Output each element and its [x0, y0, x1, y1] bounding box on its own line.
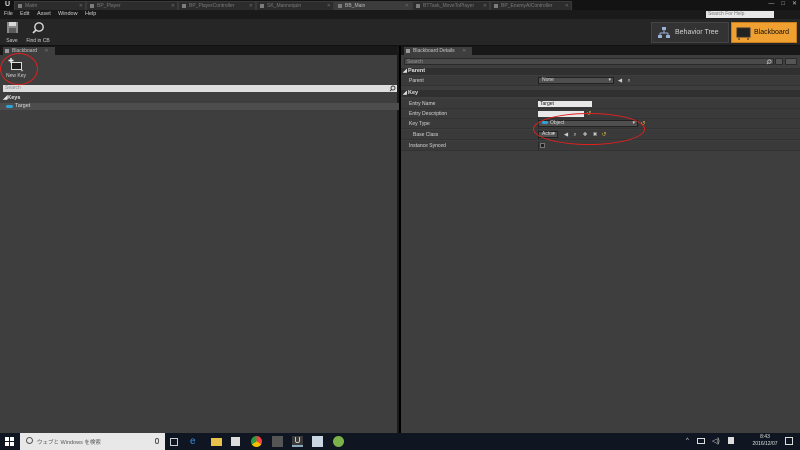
menu-file[interactable]: File — [4, 11, 13, 18]
chevron-down-icon: ▾ — [608, 77, 611, 83]
network-icon[interactable] — [697, 438, 705, 444]
eye-icon[interactable] — [785, 58, 797, 65]
blueprint-icon — [494, 4, 498, 8]
annotation-circle-key-type — [533, 113, 645, 145]
use-selected-arrow-icon[interactable]: ◀ — [617, 78, 623, 84]
blackboard-panel: Blackboard ✕ New Key Search ◢Keys Target — [0, 46, 399, 433]
menu-window[interactable]: Window — [58, 11, 78, 18]
close-icon[interactable]: ✕ — [565, 2, 569, 10]
find-in-cb-button[interactable]: Find in CB — [26, 21, 50, 44]
close-icon[interactable]: ✕ — [171, 2, 175, 10]
blueprint-icon — [90, 4, 94, 8]
annotation-circle-new-key — [0, 53, 38, 85]
window-controls: — □ ✕ — [768, 0, 797, 10]
close-window-button[interactable]: ✕ — [792, 0, 797, 10]
search-ring-icon — [26, 437, 33, 444]
blueprint-icon — [416, 4, 420, 8]
file-explorer-icon[interactable] — [211, 438, 222, 446]
keys-search-input[interactable]: Search — [3, 85, 397, 92]
panel-header: Blackboard Details ✕ — [401, 46, 800, 55]
entry-name-field[interactable]: Target — [538, 101, 592, 107]
search-icon — [766, 59, 772, 65]
close-icon[interactable]: ✕ — [79, 2, 83, 10]
map-icon — [18, 4, 22, 8]
browse-magnifier-icon[interactable]: ⌕ — [626, 78, 632, 84]
menu-asset[interactable]: Asset — [37, 11, 51, 18]
doc-tab-bb-main[interactable]: BB_Main ✕ — [334, 1, 412, 10]
details-icon — [406, 49, 410, 53]
unreal-engine-taskbar-icon[interactable]: U — [292, 436, 303, 447]
close-icon[interactable]: ✕ — [483, 2, 487, 10]
close-icon[interactable]: ✕ — [327, 2, 331, 10]
instance-synced-checkbox[interactable] — [540, 143, 545, 148]
view-options-icon[interactable] — [775, 58, 783, 65]
title-bar: U Maim ✕ BP_Player ✕ BP_PlayerController… — [0, 0, 800, 10]
behavior-tree-icon — [658, 27, 670, 38]
details-search-input[interactable]: Search — [404, 58, 774, 65]
chrome-icon[interactable] — [251, 436, 262, 447]
save-button[interactable]: Save — [1, 21, 23, 44]
taskbar-clock[interactable]: 8:43 2016/12/07 — [750, 434, 780, 448]
doc-tab-bp-player[interactable]: BP_Player ✕ — [86, 1, 178, 10]
close-icon[interactable]: ✕ — [462, 48, 466, 54]
skeleton-icon — [260, 4, 264, 8]
collapse-triangle-icon: ◢ — [403, 90, 407, 96]
app-icon[interactable] — [333, 436, 344, 447]
save-icon — [6, 22, 18, 33]
blackboard-details-panel: Blackboard Details ✕ Search ◢ Parent Par… — [401, 46, 800, 433]
keys-category[interactable]: ◢Keys — [3, 94, 20, 102]
minimize-button[interactable]: — — [768, 0, 774, 10]
blackboard-icon — [736, 27, 751, 40]
mode-behavior-tree-button[interactable]: Behavior Tree — [651, 22, 729, 43]
doc-tab-sk-mannequin[interactable]: SK_Mannequin ✕ — [256, 1, 334, 10]
menu-edit[interactable]: Edit — [20, 11, 29, 18]
object-key-type-icon — [6, 105, 13, 108]
notifications-icon[interactable] — [785, 437, 793, 445]
blueprint-icon — [182, 4, 186, 8]
prop-row-entry-name: Entry Name Target — [401, 99, 800, 109]
tab-blackboard-details[interactable]: Blackboard Details ✕ — [404, 47, 473, 55]
column-divider — [538, 141, 539, 151]
store-icon[interactable] — [231, 437, 240, 446]
blackboard-icon — [5, 49, 9, 53]
search-icon — [389, 85, 396, 92]
edge-icon[interactable]: e — [190, 436, 201, 447]
parent-combo[interactable]: None ▾ — [538, 77, 614, 84]
doc-tab-bttask-movetoplayer[interactable]: BTTask_MoveToPlayer ✕ — [412, 1, 490, 10]
section-key[interactable]: ◢ Key — [401, 90, 800, 97]
blackboard-icon — [338, 4, 342, 8]
photos-icon[interactable] — [312, 436, 323, 447]
doc-tab-bp-enemyaicontroller[interactable]: BP_EnemyAIController ✕ — [490, 1, 572, 10]
taskbar-search-input[interactable]: ウェブと Windows を検索 — [20, 433, 165, 450]
menu-help[interactable]: Help — [85, 11, 96, 18]
app-icon[interactable] — [272, 436, 283, 447]
doc-tab-main[interactable]: Maim ✕ — [14, 1, 86, 10]
menu-bar: File Edit Asset Window Help — [0, 10, 800, 19]
tray-chevron-up-icon[interactable]: ^ — [686, 438, 689, 444]
magnifier-icon — [31, 22, 44, 34]
taskbar: ウェブと Windows を検索 e U ^ ◁) 8:43 2016/12/0… — [0, 433, 800, 450]
microphone-icon[interactable] — [155, 438, 159, 444]
close-icon[interactable]: ✕ — [405, 2, 409, 10]
key-row-target[interactable]: Target — [0, 103, 399, 110]
mode-blackboard-button[interactable]: Blackboard — [731, 22, 797, 43]
task-view-icon[interactable] — [170, 438, 178, 446]
doc-tab-bp-playercontroller[interactable]: BP_PlayerController ✕ — [178, 1, 256, 10]
close-icon[interactable]: ✕ — [44, 48, 48, 54]
windows-start-icon[interactable] — [5, 437, 14, 446]
unreal-logo: U — [4, 1, 11, 8]
panel-header: Blackboard ✕ — [0, 46, 397, 55]
ime-icon[interactable] — [728, 437, 734, 444]
collapse-triangle-icon: ◢ — [403, 68, 407, 74]
section-parent[interactable]: ◢ Parent — [401, 68, 800, 75]
volume-icon[interactable]: ◁) — [712, 437, 720, 445]
prop-row-parent: Parent None ▾ ◀ ⌕ — [401, 76, 800, 86]
close-icon[interactable]: ✕ — [249, 2, 253, 10]
maximize-button[interactable]: □ — [781, 0, 785, 10]
search-help-input[interactable]: Search For Help — [706, 11, 774, 18]
